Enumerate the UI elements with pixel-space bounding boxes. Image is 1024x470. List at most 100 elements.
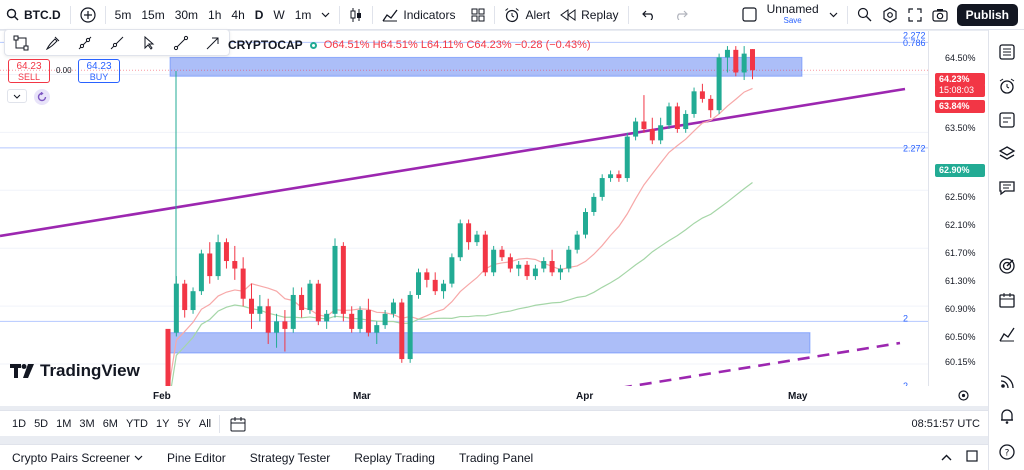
legend-change: −0.28 (−0.43%) [514, 39, 591, 51]
redo-button[interactable] [665, 0, 697, 30]
grid-icon [471, 8, 485, 21]
utc-clock[interactable]: 08:51:57 UTC [912, 418, 980, 430]
help-icon[interactable]: ? [995, 440, 1019, 464]
candle-body [541, 261, 547, 269]
data-refresh-button[interactable] [34, 89, 50, 105]
buy-button[interactable]: 64.23 BUY [78, 59, 120, 83]
fullscreen-icon [908, 7, 922, 22]
range-ytd-button[interactable]: YTD [122, 418, 152, 430]
drawing-toolbar [4, 29, 230, 56]
ray-icon[interactable] [107, 33, 127, 53]
candle-body [257, 306, 263, 314]
watchlist-icon[interactable] [995, 40, 1019, 64]
fullscreen-button[interactable] [903, 0, 927, 30]
candle-body [390, 302, 396, 314]
settings-button[interactable] [877, 0, 903, 30]
interval-5m-button[interactable]: 5m [110, 0, 137, 30]
range-1m-button[interactable]: 1M [52, 418, 75, 430]
chart-pane[interactable]: 2.2720.7862.27222 [0, 31, 988, 393]
candle-body [583, 212, 588, 235]
range-1y-button[interactable]: 1Y [152, 418, 173, 430]
interval-d-button[interactable]: D [250, 0, 269, 30]
layers-icon[interactable] [995, 142, 1019, 166]
chat-icon[interactable] [995, 176, 1019, 200]
quick-search-button[interactable] [852, 0, 877, 30]
candle-body [532, 268, 538, 277]
tab-trading-panel[interactable]: Trading Panel [447, 451, 545, 465]
range-3m-button[interactable]: 3M [75, 418, 98, 430]
legend-close: C64.23% [466, 39, 512, 51]
candle-body [591, 196, 597, 212]
interval-4h-button[interactable]: 4h [226, 0, 249, 30]
interval-1m-button[interactable]: 1m [290, 0, 317, 30]
templates-button[interactable] [466, 0, 490, 30]
candle-body [399, 302, 405, 360]
candle-body [365, 310, 371, 333]
maximize-panel-icon[interactable] [966, 450, 978, 465]
spread-value: 0.00 [56, 66, 72, 75]
symbol-search-button[interactable]: BTC.D [0, 0, 66, 30]
range-1d-button[interactable]: 1D [8, 418, 30, 430]
gear-icon [883, 6, 897, 23]
cursor-icon[interactable] [139, 33, 159, 53]
calendar-icon[interactable] [230, 416, 246, 432]
legend-open: O64.51% [323, 39, 370, 51]
candle-body [474, 234, 480, 243]
interval-15m-button[interactable]: 15m [136, 0, 169, 30]
chevron-up-icon[interactable] [941, 450, 952, 465]
range-5y-button[interactable]: 5Y [173, 418, 194, 430]
arrow-icon[interactable] [203, 33, 223, 53]
select-box-icon[interactable] [11, 33, 31, 53]
candle-body [416, 272, 421, 295]
trendline-icon[interactable] [75, 33, 95, 53]
tab-pine-editor[interactable]: Pine Editor [155, 451, 238, 465]
tab-crypto-pairs-screener[interactable]: Crypto Pairs Screener [0, 451, 155, 465]
brush-icon[interactable] [43, 33, 63, 53]
tab-strategy-tester[interactable]: Strategy Tester [238, 451, 342, 465]
legend-collapse-button[interactable] [7, 89, 27, 103]
price-scale[interactable]: 64.50% 63.50% 62.50% 62.10% 61.70% 61.30… [928, 31, 988, 393]
range-6m-button[interactable]: 6M [99, 418, 122, 430]
candle-body [215, 242, 221, 277]
candle-body [482, 234, 488, 273]
publish-button[interactable]: Publish [956, 3, 1018, 26]
indicators-button[interactable]: Indicators [377, 0, 460, 30]
candle-body [290, 294, 296, 329]
pencil-chart-icon[interactable] [995, 322, 1019, 346]
time-axis[interactable]: Feb Mar Apr May [0, 386, 988, 406]
snapshot-button[interactable] [927, 0, 953, 30]
replay-button[interactable]: Replay [555, 0, 623, 30]
interval-1h-button[interactable]: 1h [203, 0, 226, 30]
logo-text: TradingView [40, 361, 140, 380]
interval-dropdown-icon[interactable] [316, 0, 335, 30]
alert-button[interactable]: Alert [499, 0, 555, 30]
sell-button[interactable]: 64.23 SELL [8, 59, 50, 83]
tab-replay-trading[interactable]: Replay Trading [342, 451, 447, 465]
candle-body [516, 264, 522, 269]
divider [69, 5, 71, 24]
candle-body [574, 234, 580, 250]
countdown-label: 15:08:03 [935, 84, 985, 97]
layout-button[interactable]: Unnamed Save [737, 0, 843, 30]
compare-symbol-button[interactable] [75, 0, 101, 30]
bell-icon[interactable] [995, 404, 1019, 428]
candle-body [173, 283, 179, 333]
object-tree-icon[interactable] [995, 108, 1019, 132]
range-all-button[interactable]: All [195, 418, 215, 430]
interval-30m-button[interactable]: 30m [170, 0, 203, 30]
line-segment-icon[interactable] [171, 33, 191, 53]
undo-button[interactable] [633, 0, 665, 30]
chart-type-button[interactable] [344, 0, 368, 30]
target-icon[interactable] [995, 254, 1019, 278]
candle-body [741, 53, 747, 73]
broadcast-icon[interactable] [995, 370, 1019, 394]
sell-label: SELL [17, 72, 41, 82]
alerts-clock-icon[interactable] [995, 74, 1019, 98]
price-chart[interactable]: 2.2720.7862.27222 [0, 31, 928, 393]
calendar-icon[interactable] [995, 288, 1019, 312]
price-tick: 62.50% [945, 192, 976, 202]
replay-label: Replay [581, 7, 619, 22]
range-5d-button[interactable]: 5D [30, 418, 52, 430]
axis-settings-icon[interactable] [957, 389, 970, 405]
interval-w-button[interactable]: W [268, 0, 289, 30]
